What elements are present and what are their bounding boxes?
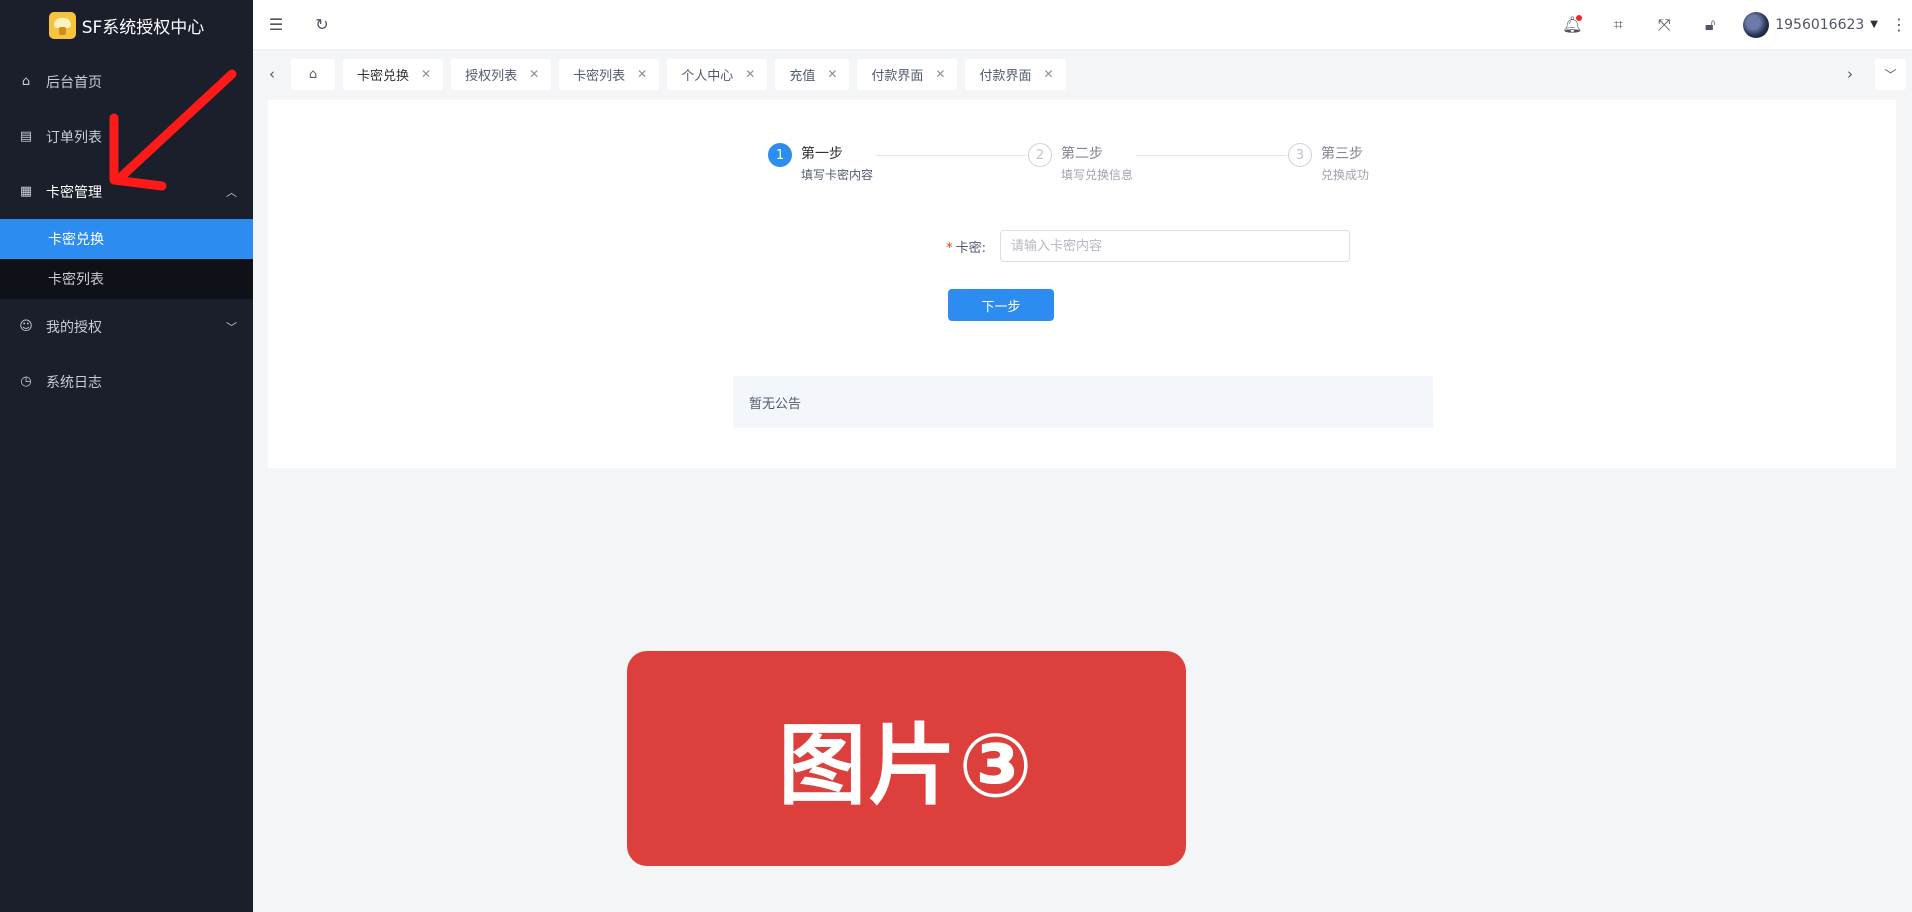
step-divider [1136, 155, 1286, 156]
sidebar: SF系统授权中心 ⌂ 后台首页 ▤ 订单列表 ▦ 卡密管理 ︿ 卡密兑换 卡密列… [0, 0, 253, 912]
step-desc: 兑换成功 [1321, 168, 1370, 182]
announcement-text: 暂无公告 [749, 396, 802, 412]
step-2: 2 第二步 填写兑换信息 [1028, 143, 1133, 183]
sidebar-subitem-card-list[interactable]: 卡密列表 [0, 259, 253, 299]
header-actions: 🔔︎ ⌗ ⤧ 🔓︎ 1956016623 ▼ ⋮ [1549, 0, 1912, 50]
close-icon[interactable]: ✕ [529, 67, 539, 81]
tab-label: 付款界面 [871, 68, 924, 84]
close-icon[interactable]: ✕ [745, 67, 755, 81]
top-header: ☰ ↻ 🔔︎ ⌗ ⤧ 🔓︎ 1956016623 ▼ ⋮ [253, 0, 1912, 50]
tab-label: 个人中心 [681, 68, 734, 84]
tab-license-list[interactable]: 授权列表 ✕ [451, 58, 552, 90]
tab-controls: › ﹀ [1831, 52, 1906, 96]
menu-fold-icon[interactable]: ☰ [253, 0, 299, 50]
home-icon: ⌂ [21, 74, 31, 89]
close-icon[interactable]: ✕ [935, 67, 945, 81]
step-1: 1 第一步 填写卡密内容 [768, 143, 873, 183]
chevron-up-icon: ︿ [226, 185, 237, 199]
sidebar-item-label: 系统日志 [46, 374, 102, 391]
tab-label: 卡密兑换 [357, 68, 410, 84]
card-key-form-row: * 卡密: [888, 230, 1350, 262]
sidebar-item-label: 订单列表 [46, 129, 102, 146]
close-icon[interactable]: ✕ [637, 67, 647, 81]
grid-icon: ▦ [19, 184, 33, 199]
step-divider [876, 155, 1026, 156]
tab-card-list[interactable]: 卡密列表 ✕ [559, 58, 660, 90]
chevron-down-icon[interactable]: ﹀ [1875, 58, 1906, 90]
tag-icon[interactable]: ⌗ [1595, 0, 1641, 50]
close-icon[interactable]: ✕ [827, 67, 837, 81]
app-title: SF系统授权中心 [81, 18, 205, 38]
refresh-icon[interactable]: ↻ [299, 0, 345, 50]
tab-recharge[interactable]: 充值 ✕ [775, 58, 850, 90]
more-icon[interactable]: ⋮ [1886, 15, 1912, 34]
sidebar-item-label: 后台首页 [46, 74, 102, 91]
sidebar-item-card-management[interactable]: ▦ 卡密管理 ︿ [0, 164, 253, 219]
document-icon: ▤ [19, 129, 33, 144]
avatar [1743, 11, 1770, 38]
tab-scroll-left-icon[interactable]: ‹ [253, 52, 291, 96]
sidebar-item-dashboard[interactable]: ⌂ 后台首页 [0, 54, 253, 109]
sidebar-subitem-card-redeem[interactable]: 卡密兑换 [0, 219, 253, 259]
step-number: 3 [1288, 143, 1312, 167]
sidebar-item-label: 卡密管理 [46, 184, 102, 201]
chevron-down-icon: ﹀ [226, 320, 237, 334]
fullscreen-icon[interactable]: ⤧ [1641, 0, 1687, 50]
user-menu[interactable]: 1956016623 ▼ [1743, 11, 1878, 38]
clock-icon: ◷ [20, 374, 32, 389]
close-icon[interactable]: ✕ [1043, 67, 1053, 81]
caret-down-icon: ▼ [1870, 19, 1878, 30]
home-icon: ⌂ [308, 66, 318, 82]
image-caption-label: 图片③ [627, 651, 1186, 866]
sidebar-item-my-license[interactable]: ☺ 我的授权 ﹀ [0, 299, 253, 354]
tab-payment[interactable]: 付款界面 ✕ [965, 58, 1066, 90]
card-key-input[interactable] [1000, 230, 1350, 262]
step-number: 1 [768, 143, 792, 167]
step-title: 第一步 [801, 146, 843, 162]
next-step-button[interactable]: 下一步 [948, 289, 1054, 321]
tab-label: 付款界面 [979, 68, 1032, 84]
app-logo[interactable]: SF系统授权中心 [0, 0, 253, 51]
sidebar-item-system-log[interactable]: ◷ 系统日志 [0, 354, 253, 409]
tab-label: 充值 [789, 68, 816, 84]
tab-label: 授权列表 [465, 68, 518, 84]
smile-icon: ☺ [19, 319, 33, 334]
sidebar-item-label: 我的授权 [46, 319, 102, 336]
tab-profile[interactable]: 个人中心 ✕ [667, 58, 768, 90]
notification-dot [1576, 14, 1583, 21]
step-title: 第三步 [1321, 146, 1363, 162]
close-icon[interactable]: ✕ [421, 67, 431, 81]
tab-bar: ‹ ⌂ 卡密兑换 ✕ 授权列表 ✕ 卡密列表 ✕ 个人中心 ✕ 充值 ✕ 付款界面 ✕ 付款… [253, 52, 1912, 96]
logo-icon [48, 12, 76, 39]
tab-label: 卡密列表 [573, 68, 626, 84]
steps: 1 第一步 填写卡密内容 2 第二步 填写兑换信息 3 第三步 兑换成功 [768, 143, 1388, 183]
step-3: 3 第三步 兑换成功 [1288, 143, 1369, 183]
tab-home[interactable]: ⌂ [291, 58, 335, 90]
step-number: 2 [1028, 143, 1052, 167]
step-title: 第二步 [1061, 146, 1103, 162]
card-key-label: * 卡密: [888, 237, 1000, 256]
tab-payment[interactable]: 付款界面 ✕ [857, 58, 958, 90]
tab-scroll-right-icon[interactable]: › [1831, 52, 1869, 96]
announcement-box: 暂无公告 [733, 376, 1433, 428]
submenu-card-management: 卡密兑换 卡密列表 [0, 219, 253, 299]
sidebar-item-orders[interactable]: ▤ 订单列表 [0, 109, 253, 164]
required-mark: * [946, 240, 953, 256]
lock-icon[interactable]: 🔓︎ [1687, 0, 1733, 50]
bell-icon[interactable]: 🔔︎ [1549, 0, 1595, 50]
card-key-label-text: 卡密: [955, 240, 986, 256]
tab-card-redeem[interactable]: 卡密兑换 ✕ [343, 58, 444, 90]
redeem-card-panel: 1 第一步 填写卡密内容 2 第二步 填写兑换信息 3 第三步 兑换成功 * 卡密… [268, 100, 1896, 468]
step-desc: 填写卡密内容 [801, 168, 874, 182]
username: 1956016623 [1775, 16, 1865, 33]
step-desc: 填写兑换信息 [1061, 168, 1134, 182]
